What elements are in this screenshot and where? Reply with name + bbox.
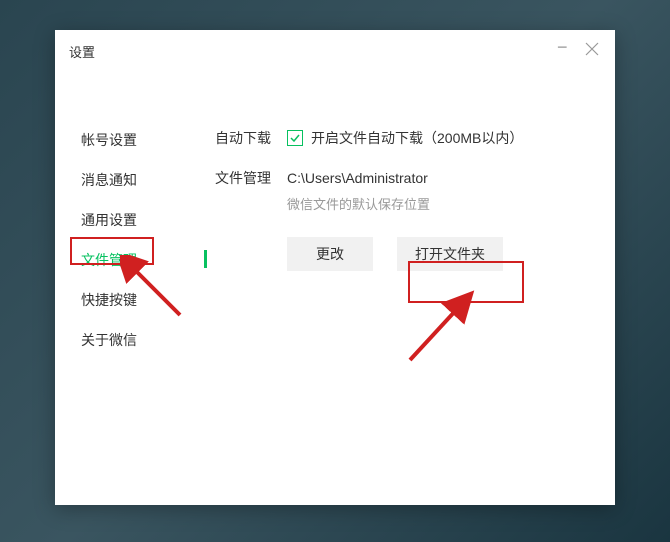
auto-download-label: 自动下载 — [215, 128, 287, 148]
active-indicator — [204, 250, 207, 268]
auto-download-checkbox[interactable] — [287, 130, 303, 146]
open-folder-button[interactable]: 打开文件夹 — [397, 237, 503, 271]
sidebar-item-account[interactable]: 帐号设置 — [77, 128, 185, 152]
minimize-button[interactable]: − — [557, 44, 571, 58]
auto-download-row: 自动下载 开启文件自动下载（200MB以内） — [215, 128, 595, 148]
dialog-body: 帐号设置 消息通知 通用设置 文件管理 快捷按键 关于微信 自动下载 开启文件自… — [55, 72, 615, 352]
file-path-hint: 微信文件的默认保存位置 — [287, 194, 595, 213]
titlebar: 设置 − — [55, 30, 615, 72]
auto-download-checkbox-wrap: 开启文件自动下载（200MB以内） — [287, 128, 523, 148]
window-title: 设置 — [69, 42, 95, 61]
sidebar-item-file-management[interactable]: 文件管理 — [77, 248, 185, 272]
sidebar-item-about[interactable]: 关于微信 — [77, 328, 185, 352]
file-management-row: 文件管理 — [215, 168, 595, 188]
sidebar-item-shortcuts[interactable]: 快捷按键 — [77, 288, 185, 312]
settings-dialog: 设置 − 帐号设置 消息通知 通用设置 文件管理 快捷按键 关于微信 自动下载 — [55, 30, 615, 505]
content-panel: 自动下载 开启文件自动下载（200MB以内） 文件管理 微信文件的默认保存位置 … — [185, 128, 615, 352]
sidebar: 帐号设置 消息通知 通用设置 文件管理 快捷按键 关于微信 — [55, 128, 185, 352]
button-row: 更改 打开文件夹 — [287, 237, 595, 271]
auto-download-checkbox-label: 开启文件自动下载（200MB以内） — [311, 128, 523, 148]
close-icon — [585, 42, 599, 56]
check-icon — [290, 133, 300, 143]
sidebar-item-general[interactable]: 通用设置 — [77, 208, 185, 232]
change-button[interactable]: 更改 — [287, 237, 373, 271]
file-path-input[interactable] — [287, 168, 507, 188]
file-management-label: 文件管理 — [215, 168, 287, 188]
close-button[interactable] — [585, 42, 601, 58]
sidebar-item-notifications[interactable]: 消息通知 — [77, 168, 185, 192]
